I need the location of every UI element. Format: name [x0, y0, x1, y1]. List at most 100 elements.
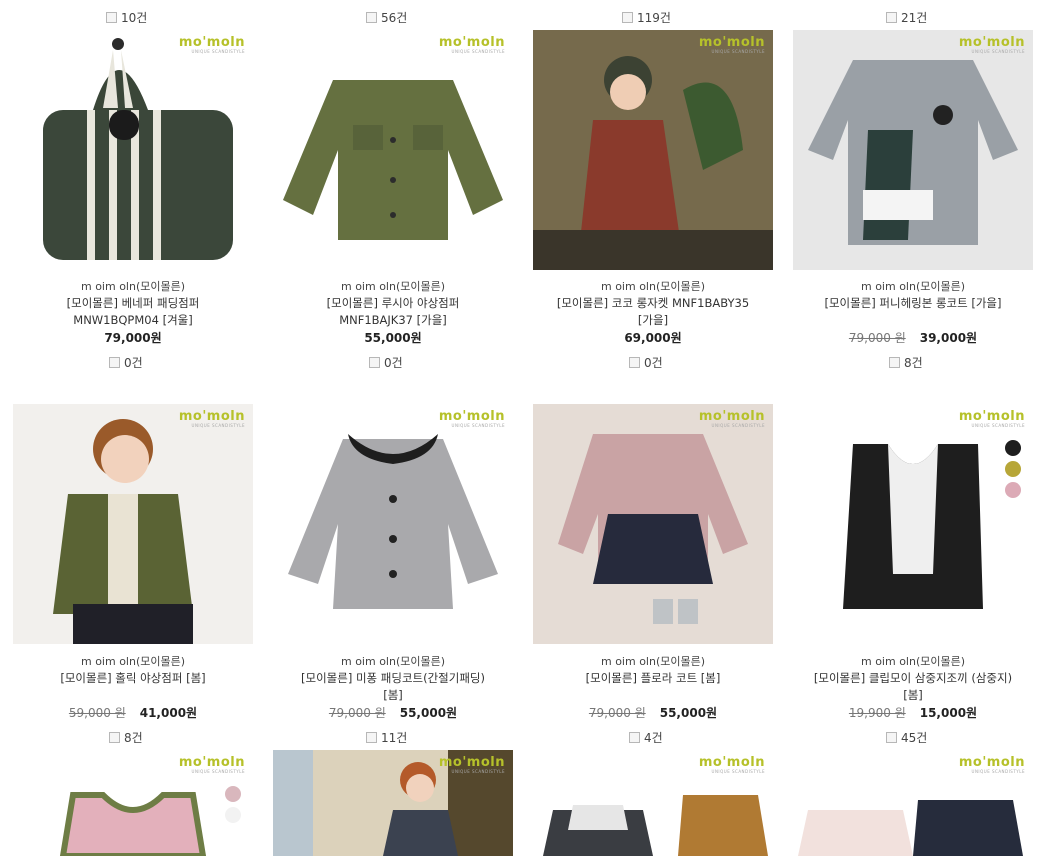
product-name[interactable]: [모이몰른] 클립모이 삼중지조끼 (삼중지) [783, 670, 1043, 687]
review-checkbox-icon[interactable] [886, 731, 897, 743]
sale-price: 55,000원 [399, 706, 458, 720]
original-price: 59,000 원 [68, 706, 126, 720]
brand-logo: mo'moln UNIQUE SCANDISTYLE [958, 755, 1025, 774]
khaki-field-jacket-image [283, 80, 503, 240]
brand-logo: mo'moln UNIQUE SCANDISTYLE [958, 35, 1025, 54]
product-brand[interactable]: m oim oln(모이몰른) [263, 653, 523, 670]
brand-logo: mo'moln UNIQUE SCANDISTYLE [178, 35, 245, 54]
product-image[interactable]: mo'moln UNIQUE SCANDISTYLE [273, 30, 513, 270]
review-count: 0건 [629, 354, 663, 370]
product-name[interactable]: [모이몰른] 플로라 코트 [봄] [523, 670, 783, 687]
product-info: m oim oln(모이몰른) [모이몰른] 베네퍼 패딩점퍼 MNW1BQPM… [3, 278, 263, 347]
review-checkbox-icon[interactable] [629, 731, 640, 743]
product-name[interactable]: [모이몰른] 베네퍼 패딩점퍼 [3, 295, 263, 312]
color-swatch[interactable] [1005, 461, 1021, 477]
product-brand[interactable]: m oim oln(모이몰른) [783, 653, 1043, 670]
product-image[interactable]: mo'moln UNIQUE SCANDISTYLE [793, 404, 1033, 644]
product-brand[interactable]: m oim oln(모이몰른) [783, 278, 1043, 295]
herringbone-coat-image [793, 30, 1033, 270]
product-info: m oim oln(모이몰른) [모이몰른] 미퐁 패딩코트(간절기패딩) [봄… [263, 653, 523, 722]
product-image[interactable]: mo'moln UNIQUE SCANDISTYLE [273, 404, 513, 644]
review-count: 21건 [886, 9, 927, 25]
sale-price: 69,000원 [624, 331, 682, 345]
review-checkbox-icon[interactable] [106, 11, 117, 23]
brand-logo: mo'moln UNIQUE SCANDISTYLE [178, 409, 245, 428]
review-checkbox-icon[interactable] [886, 11, 897, 23]
sale-price: 41,000원 [139, 706, 198, 720]
review-count: 0건 [109, 354, 143, 370]
review-checkbox-icon[interactable] [109, 731, 120, 743]
brand-logo: mo'moln UNIQUE SCANDISTYLE [438, 35, 505, 54]
product-name[interactable]: [모이몰른] 미퐁 패딩코트(간절기패딩) [263, 670, 523, 687]
product-image[interactable]: mo'moln UNIQUE SCANDISTYLE [793, 750, 1033, 856]
review-count: 4건 [629, 729, 663, 745]
product-brand[interactable]: m oim oln(모이몰른) [523, 278, 783, 295]
review-checkbox-icon[interactable] [366, 731, 377, 743]
product-image[interactable]: mo'moln UNIQUE SCANDISTYLE [273, 750, 513, 856]
color-swatches [1005, 440, 1021, 498]
brand-logo: mo'moln UNIQUE SCANDISTYLE [698, 755, 765, 774]
hooded-padding-jacket-image [43, 38, 233, 260]
product-name[interactable]: [모이몰른] 홀릭 야상점퍼 [봄] [3, 670, 263, 687]
review-checkbox-icon[interactable] [629, 356, 640, 368]
brand-logo: mo'moln UNIQUE SCANDISTYLE [438, 755, 505, 774]
product-image[interactable]: mo'moln UNIQUE SCANDISTYLE [793, 30, 1033, 270]
color-swatch[interactable] [1005, 440, 1021, 456]
product-info: m oim oln(모이몰른) [모이몰른] 클립모이 삼중지조끼 (삼중지) … [783, 653, 1043, 722]
sale-price: 39,000원 [919, 331, 978, 345]
sale-price: 79,000원 [104, 331, 162, 345]
color-swatch[interactable] [225, 807, 241, 823]
brand-logo: mo'moln UNIQUE SCANDISTYLE [698, 35, 765, 54]
product-info: m oim oln(모이몰른) [모이몰른] 플로라 코트 [봄] 79,000… [523, 653, 783, 722]
product-name-line2[interactable]: MNW1BQPM04 [겨울] [3, 312, 263, 329]
child-red-coat-photo [533, 30, 773, 270]
review-checkbox-icon[interactable] [889, 356, 900, 368]
product-brand[interactable]: m oim oln(모이몰른) [263, 278, 523, 295]
review-count: 119건 [622, 9, 671, 25]
product-name[interactable]: [모이몰른] 코코 롱자켓 MNF1BABY35 [523, 295, 783, 312]
product-image[interactable]: mo'moln UNIQUE SCANDISTYLE [13, 404, 253, 644]
review-count: 8건 [889, 354, 923, 370]
original-price: 79,000 원 [848, 331, 906, 345]
review-count: 56건 [366, 9, 407, 25]
product-image[interactable]: mo'moln UNIQUE SCANDISTYLE [533, 404, 773, 644]
product-info: m oim oln(모이몰른) [모이몰른] 루시아 야상점퍼 MNF1BAJK… [263, 278, 523, 347]
gray-padded-coat-image [288, 434, 498, 609]
product-name[interactable]: [모이몰른] 퍼니헤링본 롱코트 [가을] [783, 295, 1043, 312]
color-swatches [225, 786, 241, 823]
pink-flora-coat-image [533, 404, 773, 644]
product-name-line2[interactable]: [봄] [263, 687, 523, 704]
review-checkbox-icon[interactable] [366, 11, 377, 23]
sale-price: 15,000원 [919, 706, 978, 720]
color-swatch[interactable] [1005, 482, 1021, 498]
product-name-line2[interactable]: [봄] [783, 687, 1043, 704]
product-brand[interactable]: m oim oln(모이몰른) [523, 653, 783, 670]
sale-price: 55,000원 [659, 706, 718, 720]
review-checkbox-icon[interactable] [622, 11, 633, 23]
review-checkbox-icon[interactable] [369, 356, 380, 368]
original-price: 79,000 원 [328, 706, 386, 720]
review-checkbox-icon[interactable] [109, 356, 120, 368]
product-image[interactable]: mo'moln UNIQUE SCANDISTYLE [533, 30, 773, 270]
review-count: 10건 [106, 9, 147, 25]
product-image[interactable]: mo'moln UNIQUE SCANDISTYLE [13, 750, 253, 856]
product-brand[interactable]: m oim oln(모이몰른) [3, 278, 263, 295]
review-count: 0건 [369, 354, 403, 370]
product-name-line2[interactable]: MNF1BAJK37 [가을] [263, 312, 523, 329]
original-price: 79,000 원 [588, 706, 646, 720]
boy-khaki-jacket-photo [13, 404, 253, 644]
product-info: m oim oln(모이몰른) [모이몰른] 퍼니헤링본 롱코트 [가을] 79… [783, 278, 1043, 347]
color-swatch[interactable] [225, 786, 241, 802]
brand-logo: mo'moln UNIQUE SCANDISTYLE [438, 409, 505, 428]
product-brand[interactable]: m oim oln(모이몰른) [3, 653, 263, 670]
product-image[interactable]: mo'moln UNIQUE SCANDISTYLE [13, 30, 253, 270]
product-name-line2[interactable]: [가을] [523, 312, 783, 329]
product-name[interactable]: [모이몰른] 루시아 야상점퍼 [263, 295, 523, 312]
product-info: m oim oln(모이몰른) [모이몰른] 코코 롱자켓 MNF1BABY35… [523, 278, 783, 347]
review-count: 11건 [366, 729, 407, 745]
product-image[interactable]: mo'moln UNIQUE SCANDISTYLE [533, 750, 773, 856]
original-price: 19,900 원 [848, 706, 906, 720]
review-count: 45건 [886, 729, 927, 745]
sale-price: 55,000원 [364, 331, 422, 345]
brand-logo: mo'moln UNIQUE SCANDISTYLE [698, 409, 765, 428]
